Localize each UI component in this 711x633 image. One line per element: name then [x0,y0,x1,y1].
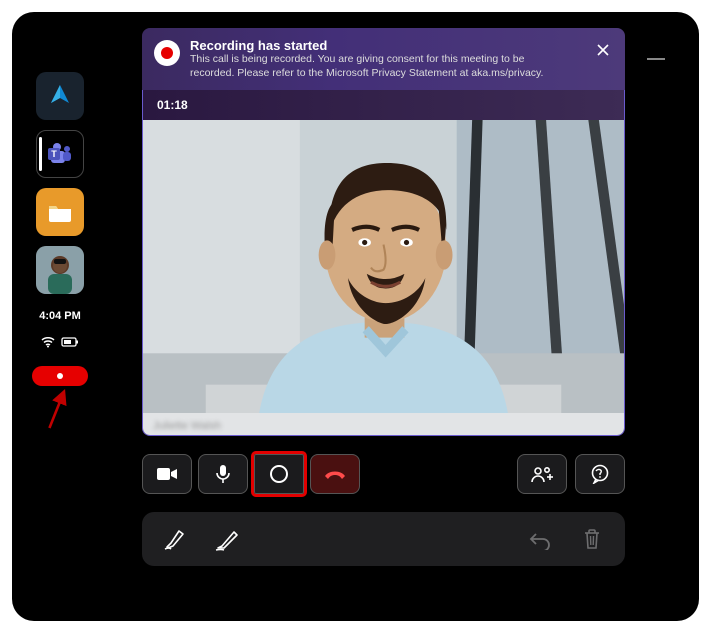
camera-icon [156,466,178,482]
status-time: 4:04 PM [39,310,81,322]
highlighter-button[interactable] [160,524,190,554]
call-controls [142,454,625,494]
delete-button[interactable] [577,524,607,554]
device-frame: T 4:04 PM [12,12,699,621]
record-button[interactable] [254,454,304,494]
chat-icon [590,464,610,484]
pen-button[interactable] [212,524,242,554]
avatar-image [36,246,84,294]
app-tile-files[interactable] [36,188,84,236]
banner-close-button[interactable] [591,38,615,62]
people-button[interactable] [517,454,567,494]
annotation-arrow [46,388,70,432]
chat-button[interactable] [575,454,625,494]
camera-button[interactable] [142,454,192,494]
app-tile-teams[interactable]: T [36,130,84,178]
people-icon [531,465,553,483]
active-app-indicator [39,137,42,171]
app-tile-dynamics[interactable] [36,72,84,120]
wifi-icon [41,336,55,348]
ink-toolbar [142,512,625,566]
app-tile-avatar[interactable] [36,246,84,294]
hinge-indicator [647,58,665,60]
banner-text: This call is being recorded. You are giv… [190,53,560,80]
banner-title: Recording has started [190,38,560,53]
call-timer: 01:18 [157,98,188,112]
app-sidebar: T 4:04 PM [32,72,88,386]
folder-icon [46,198,74,226]
close-icon [596,43,610,57]
svg-text:T: T [51,149,57,159]
battery-icon [61,336,79,348]
recording-banner: Recording has started This call is being… [142,28,625,90]
mic-icon [215,464,231,484]
teams-icon: T [45,139,75,169]
mic-button[interactable] [198,454,248,494]
video-bottom-strip: Juliette Walsh [143,413,624,435]
undo-icon [528,528,552,550]
trash-icon [582,528,602,550]
hangup-button[interactable] [310,454,360,494]
hangup-icon [323,467,347,481]
record-circle-icon [269,464,289,484]
video-scene [143,120,624,413]
status-icons [41,336,79,348]
record-icon [154,40,180,66]
pen-icon [214,526,240,552]
participant-name: Juliette Walsh [153,420,221,432]
video-feed: 01:18 [142,90,625,436]
undo-button[interactable] [525,524,555,554]
recording-badge[interactable] [32,366,88,386]
highlighter-icon [162,526,188,552]
dynamics-icon [45,81,75,111]
video-topbar: 01:18 [143,90,624,120]
main-area: Recording has started This call is being… [142,28,625,609]
